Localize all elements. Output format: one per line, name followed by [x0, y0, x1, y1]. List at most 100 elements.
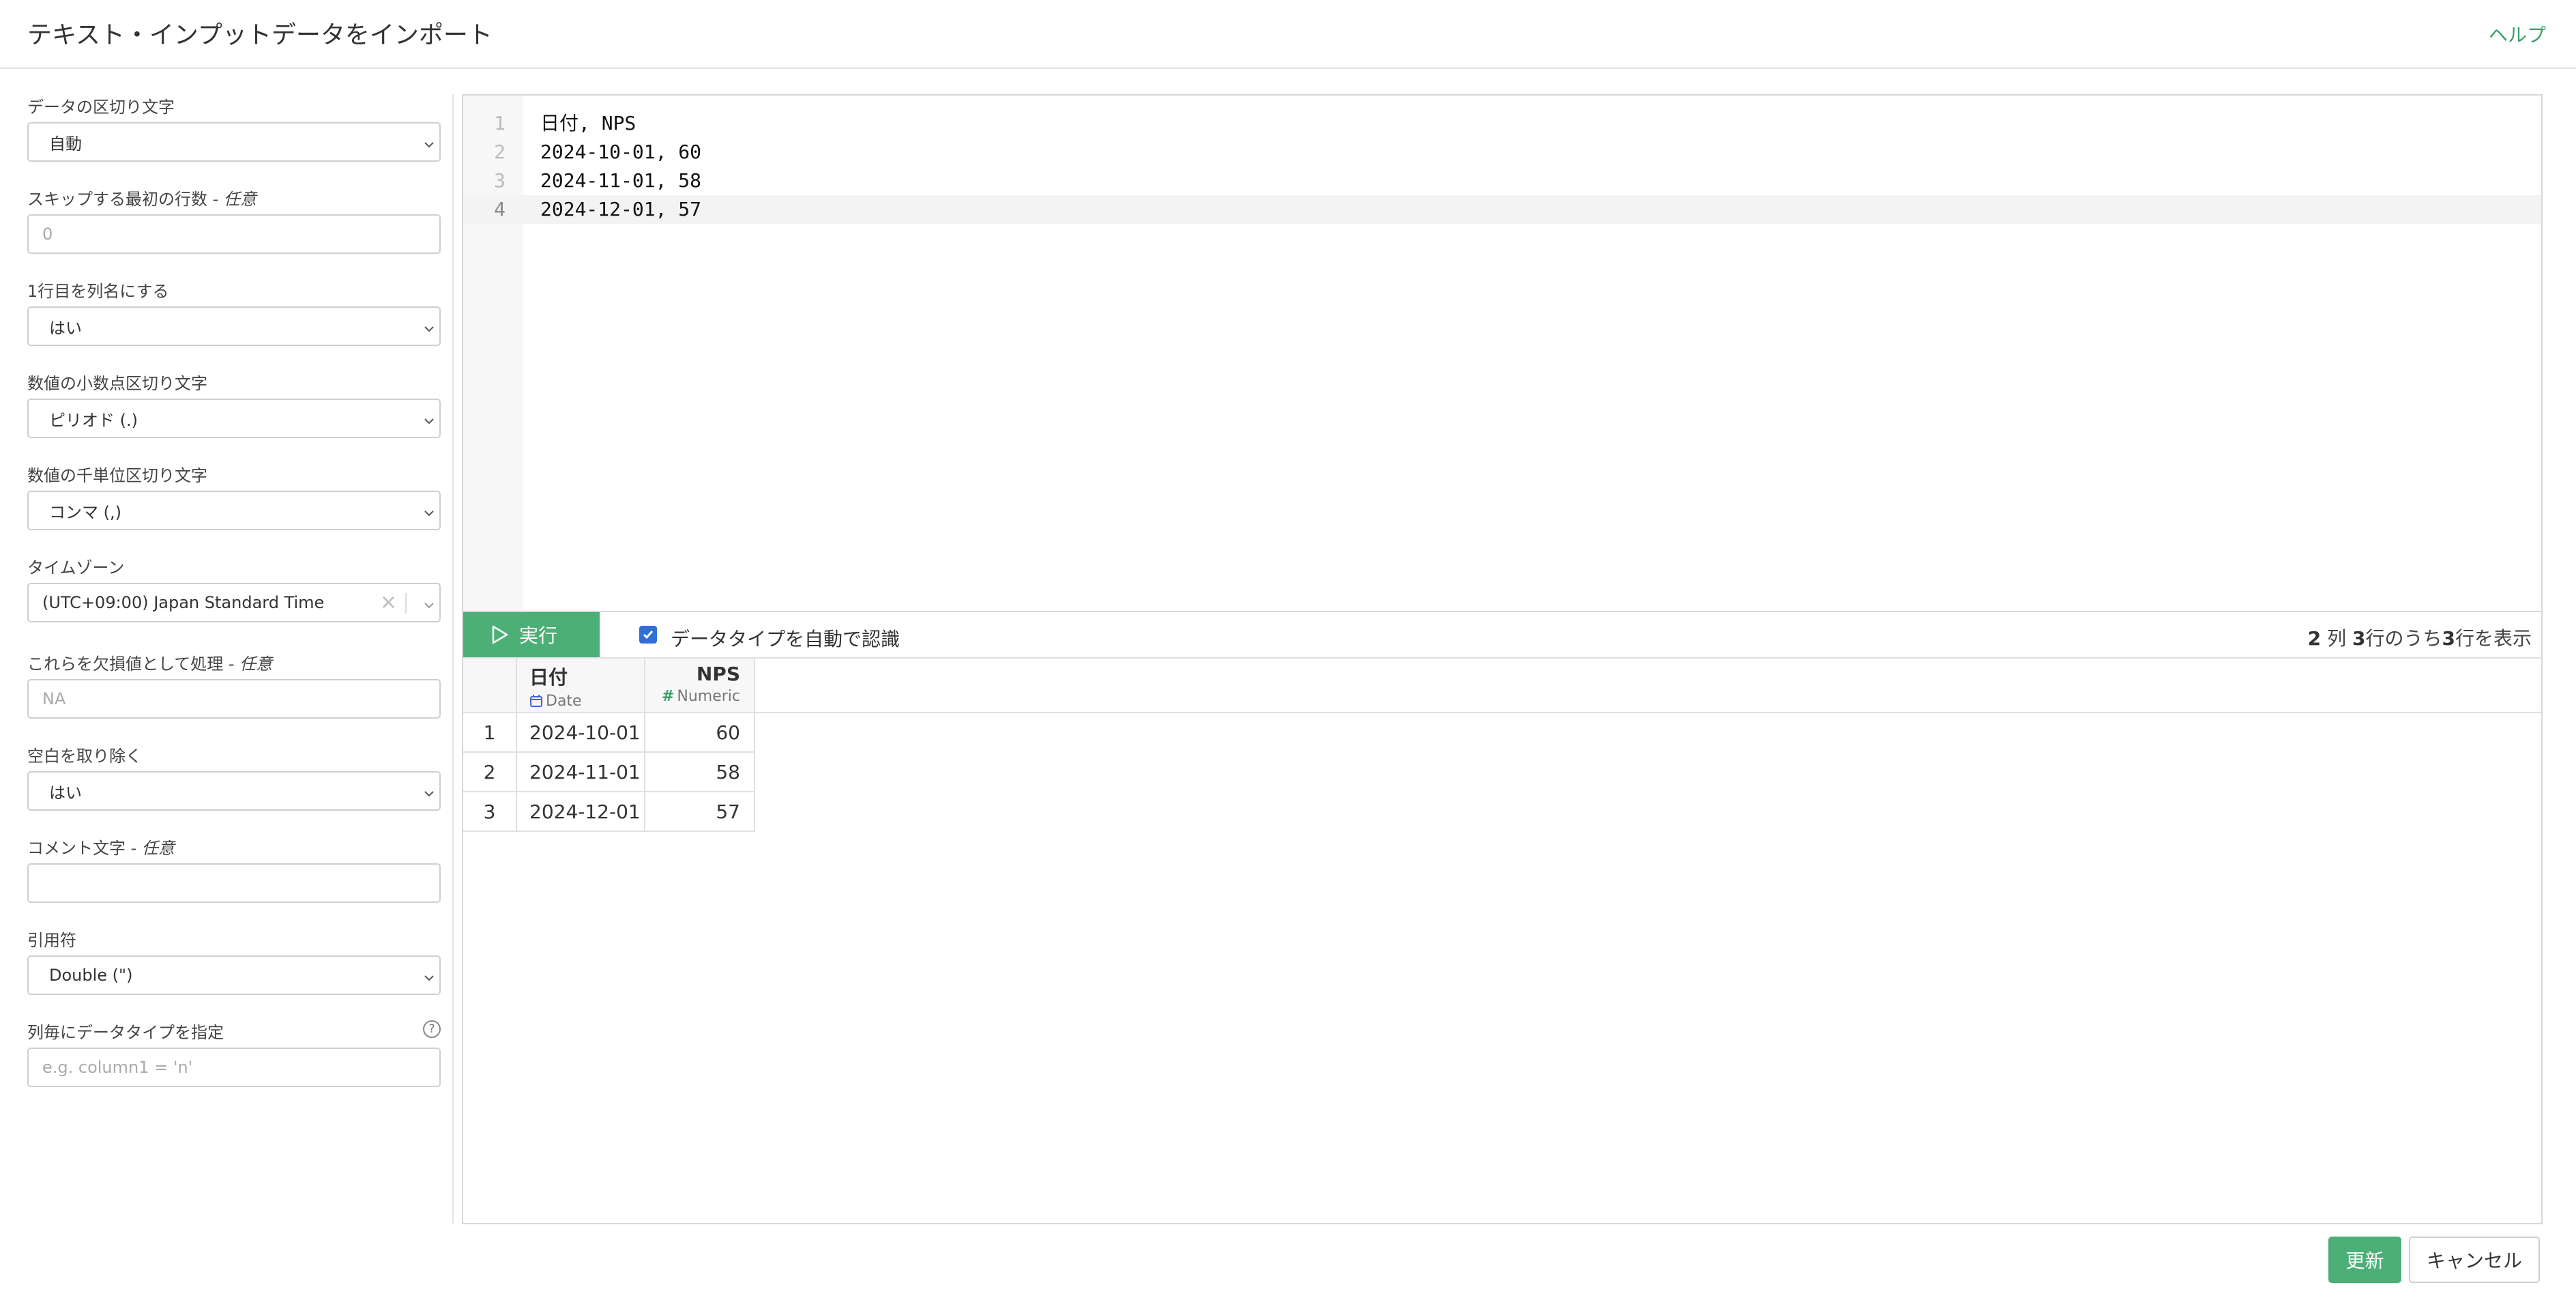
row-index: 1 — [463, 712, 517, 753]
na-values-placeholder: NA — [42, 689, 66, 708]
row-index-header — [463, 659, 517, 713]
timezone-label: タイムゾーン — [27, 558, 125, 577]
shown-text: 行を表示 — [2455, 627, 2532, 650]
column-name: NPS — [696, 663, 740, 685]
grouping-mark-select[interactable]: コンマ (,) — [27, 491, 441, 530]
table-row: 2 2024-11-01 58 — [463, 751, 755, 792]
cell-nps: 58 — [644, 751, 755, 792]
help-link[interactable]: ヘルプ — [2489, 20, 2546, 48]
grouping-mark-value: コンマ (,) — [49, 502, 121, 522]
column-header-date[interactable]: 日付 Date — [516, 659, 645, 713]
quote-label: 引用符 — [27, 931, 76, 950]
hash-icon: # — [661, 688, 675, 705]
comment-input[interactable] — [27, 863, 441, 903]
header-row-label: 1行目を列名にする — [27, 282, 169, 301]
line-number: 2 — [494, 141, 506, 163]
col-types-label: 列毎にデータタイプを指定 — [27, 1023, 224, 1042]
row-index: 2 — [463, 751, 517, 792]
preview-table: 日付 Date NPS # Numeric 1 2024-10-01 60 2 2… — [463, 659, 755, 832]
line-number: 4 — [494, 198, 506, 220]
chevron-down-icon — [423, 596, 435, 609]
dialog-header: テキスト・インプットデータをインポート ヘルプ — [0, 0, 2576, 69]
col-unit: 列 — [2327, 627, 2347, 650]
header-row-select[interactable]: はい — [27, 306, 441, 346]
auto-detect-label: データタイプを自動で認識 — [671, 628, 901, 650]
cell-nps: 60 — [644, 712, 755, 753]
decimal-mark-select[interactable]: ピリオド (.) — [27, 399, 441, 438]
comment-label: コメント文字 - 任意 — [27, 839, 175, 858]
quote-select[interactable]: Double (") — [27, 955, 441, 995]
dialog-title: テキスト・インプットデータをインポート — [27, 21, 493, 49]
chevron-down-icon — [423, 785, 435, 797]
total-rows: 3 — [2352, 627, 2366, 650]
code-line: 2 2024-10-01, 60 — [463, 138, 2541, 167]
check-icon — [643, 631, 654, 639]
chevron-down-icon — [423, 412, 435, 424]
run-label: 実行 — [519, 624, 558, 647]
cell-date: 2024-12-01 — [516, 791, 645, 832]
timezone-select[interactable]: (UTC+09:00) Japan Standard Time × — [27, 583, 441, 622]
trim-ws-value: はい — [49, 783, 82, 803]
skip-rows-placeholder: 0 — [42, 225, 53, 244]
code-line: 4 2024-12-01, 57 — [463, 195, 2541, 224]
delimiter-label: データの区切り文字 — [27, 98, 175, 117]
delimiter-value: 自動 — [49, 134, 82, 154]
quote-value: Double (") — [49, 966, 133, 985]
play-icon — [492, 625, 508, 644]
na-values-label: これらを欠損値として処理 - 任意 — [27, 654, 273, 674]
decimal-mark-value: ピリオド (.) — [49, 410, 138, 430]
cancel-button[interactable]: キャンセル — [2409, 1237, 2540, 1283]
line-text: 日付, NPS — [540, 112, 636, 134]
header-row-value: はい — [49, 318, 82, 338]
table-header-row: 日付 Date NPS # Numeric — [463, 659, 755, 713]
update-button[interactable]: 更新 — [2328, 1237, 2401, 1283]
row-count-info: 2 列 3行のうち3行を表示 — [2308, 624, 2532, 651]
skip-rows-label: スキップする最初の行数 - 任意 — [27, 190, 257, 209]
line-text: 2024-12-01, 57 — [540, 198, 702, 220]
decimal-mark-label: 数値の小数点区切り文字 — [27, 374, 207, 393]
col-types-placeholder: e.g. column1 = 'n' — [42, 1058, 193, 1077]
column-header-nps[interactable]: NPS # Numeric — [644, 659, 755, 713]
calendar-icon — [530, 695, 542, 707]
cell-date: 2024-10-01 — [516, 712, 645, 753]
code-line: 3 2024-11-01, 58 — [463, 167, 2541, 195]
grouping-mark-label: 数値の千単位区切り文字 — [27, 466, 207, 485]
col-count: 2 — [2307, 627, 2322, 650]
text-editor[interactable]: 1 日付, NPS 2 2024-10-01, 60 3 2024-11-01, 58 4 2… — [462, 94, 2543, 611]
table-row: 3 2024-12-01 57 — [463, 791, 755, 832]
cell-nps: 57 — [644, 791, 755, 832]
trim-ws-select[interactable]: はい — [27, 771, 441, 811]
code-line: 1 日付, NPS — [463, 109, 2541, 138]
preview-grid-area: 日付 Date NPS # Numeric 1 2024-10-01 60 2 2… — [462, 659, 2543, 1224]
delimiter-select[interactable]: 自動 — [27, 122, 441, 162]
preview-toolbar: 実行 データタイプを自動で認識 2 列 3行のうち3行を表示 — [462, 611, 2543, 659]
column-type: Date — [529, 693, 644, 710]
chevron-down-icon — [423, 136, 435, 148]
table-row: 1 2024-10-01 60 — [463, 712, 755, 753]
panel-divider — [452, 94, 454, 1224]
question-icon[interactable]: ? — [423, 1020, 441, 1038]
column-name: 日付 — [529, 666, 568, 689]
col-types-input[interactable]: e.g. column1 = 'n' — [27, 1048, 441, 1087]
column-type: # Numeric — [661, 688, 740, 705]
line-text: 2024-11-01, 58 — [540, 169, 702, 192]
auto-detect-checkbox[interactable] — [639, 626, 657, 644]
of-text: 行のうち — [2365, 627, 2442, 650]
line-number: 1 — [494, 112, 506, 134]
row-index: 3 — [463, 791, 517, 832]
header-divider — [463, 712, 2541, 713]
shown-rows: 3 — [2442, 627, 2455, 650]
skip-rows-input[interactable]: 0 — [27, 214, 441, 254]
chevron-down-icon — [423, 320, 435, 332]
chevron-down-icon — [423, 504, 435, 517]
clear-icon[interactable]: × — [380, 592, 397, 613]
select-separator — [405, 593, 407, 614]
line-number: 3 — [494, 169, 506, 192]
line-text: 2024-10-01, 60 — [540, 141, 702, 163]
trim-ws-label: 空白を取り除く — [27, 747, 142, 766]
na-values-input[interactable]: NA — [27, 679, 441, 719]
timezone-value: (UTC+09:00) Japan Standard Time — [42, 593, 325, 612]
run-button[interactable]: 実行 — [463, 612, 600, 657]
chevron-down-icon — [423, 969, 435, 981]
cell-date: 2024-11-01 — [516, 751, 645, 792]
